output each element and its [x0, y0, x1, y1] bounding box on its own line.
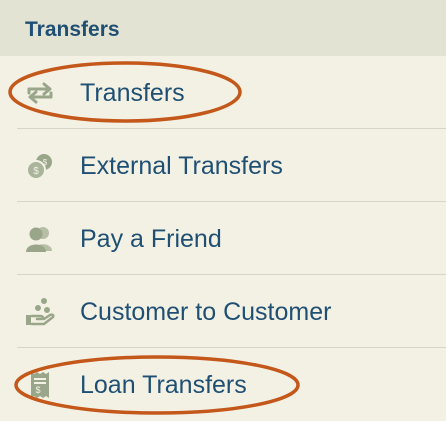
section-header: Transfers	[0, 0, 446, 56]
menu-item-label: Transfers	[80, 79, 185, 107]
menu-item-label: Customer to Customer	[80, 298, 332, 326]
coins-icon: $ $	[24, 151, 56, 181]
svg-text:$: $	[33, 166, 39, 177]
menu-item-transfers[interactable]: Transfers	[0, 56, 446, 129]
menu-item-label: Loan Transfers	[80, 371, 247, 399]
section-title: Transfers	[25, 18, 120, 41]
menu-item-pay-a-friend[interactable]: Pay a Friend	[0, 202, 446, 275]
menu-item-label: Pay a Friend	[80, 225, 222, 253]
receipt-icon: $	[24, 370, 56, 400]
svg-text:$: $	[35, 385, 40, 395]
menu-item-label: External Transfers	[80, 152, 283, 180]
svg-text:$: $	[43, 158, 48, 167]
menu-item-loan-transfers[interactable]: $ Loan Transfers	[0, 348, 446, 421]
transfers-menu: Transfers $ $ External Transfers Pay a F…	[0, 56, 446, 421]
hand-coins-icon	[24, 297, 56, 327]
people-icon	[24, 224, 56, 254]
menu-item-customer-to-customer[interactable]: Customer to Customer	[0, 275, 446, 348]
transfer-arrows-icon	[24, 78, 56, 108]
menu-item-external-transfers[interactable]: $ $ External Transfers	[0, 129, 446, 202]
